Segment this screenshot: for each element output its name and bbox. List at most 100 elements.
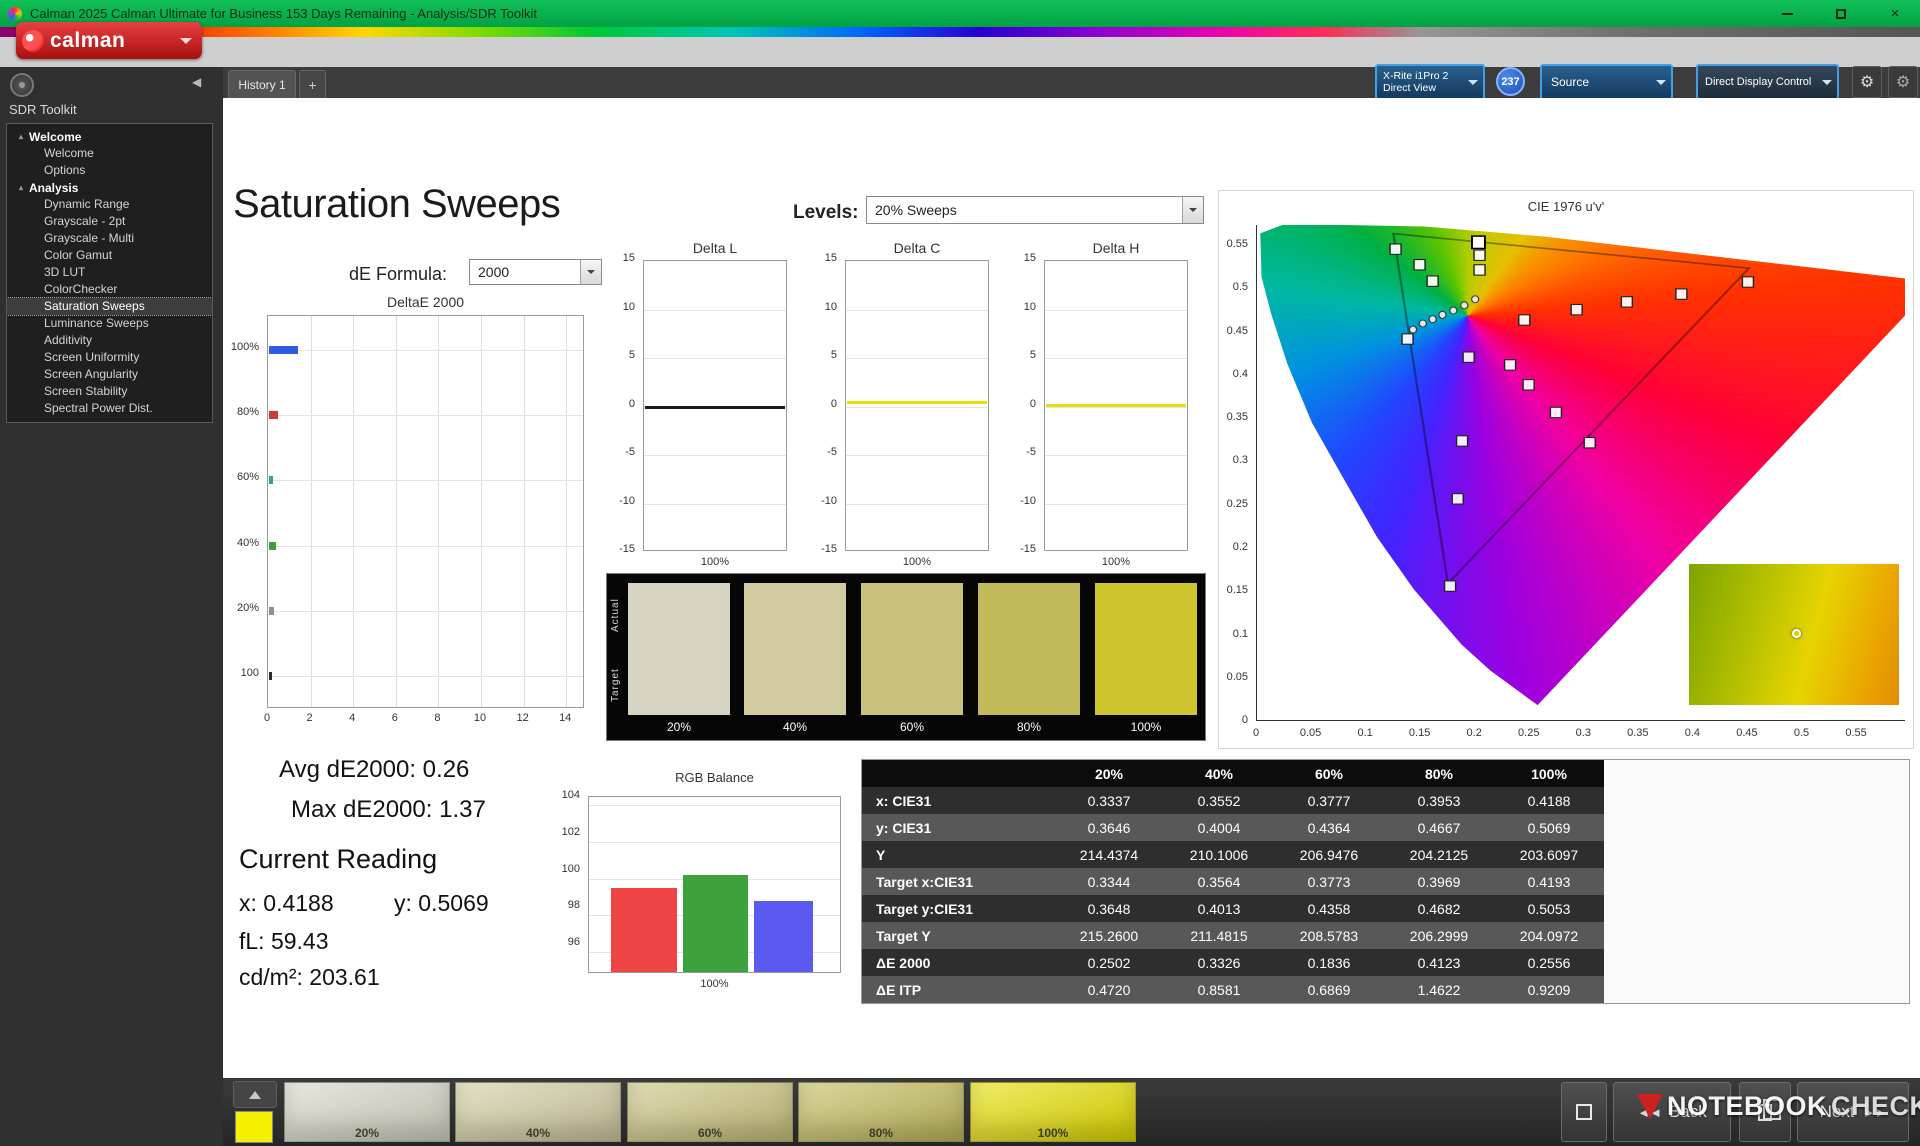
- deltae-bar: [269, 476, 273, 484]
- table-header-cell: 100%: [1494, 760, 1604, 787]
- window-title: Calman 2025 Calman Ultimate for Business…: [30, 6, 537, 21]
- sidebar-item-3d-lut[interactable]: 3D LUT: [7, 264, 212, 281]
- deltae-chart-title: DeltaE 2000: [267, 294, 584, 310]
- table-cell: 0.8581: [1164, 976, 1274, 1003]
- table-cell: 0.4364: [1274, 814, 1384, 841]
- cie-target-marker: [1505, 360, 1516, 370]
- delta-l-plot: [643, 260, 787, 551]
- cie-target-marker: [1584, 437, 1595, 447]
- table-cell: 0.3344: [1054, 868, 1164, 895]
- delta_c-line: [847, 401, 987, 404]
- sidebar-item-colorchecker[interactable]: ColorChecker: [7, 281, 212, 298]
- table-cell: 0.4193: [1494, 868, 1604, 895]
- table-cell: 0.4004: [1164, 814, 1274, 841]
- sidebar-item-screen-angularity[interactable]: Screen Angularity: [7, 366, 212, 383]
- current-patch-swatch: [235, 1111, 273, 1143]
- table-row-label: Target Y: [862, 922, 1054, 949]
- sidebar-item-options[interactable]: Options: [7, 162, 212, 179]
- table-row: ΔE 20000.25020.33260.18360.41230.2556: [862, 949, 1604, 976]
- sidebar-item-color-gamut[interactable]: Color Gamut: [7, 247, 212, 264]
- sidebar-item-grayscale-2pt[interactable]: Grayscale - 2pt: [7, 213, 212, 230]
- next-button[interactable]: Next ►►: [1797, 1082, 1909, 1142]
- cie-target-marker: [1414, 260, 1425, 270]
- source-dropdown[interactable]: Source: [1540, 64, 1673, 100]
- sidebar-item-additivity[interactable]: Additivity: [7, 332, 212, 349]
- layout-toggle-button[interactable]: [1561, 1082, 1607, 1142]
- table-cell: 0.4667: [1384, 814, 1494, 841]
- rgb-plot: [588, 796, 841, 973]
- close-button[interactable]: ×: [1880, 0, 1910, 27]
- sidebar-item-saturation-sweeps[interactable]: Saturation Sweeps: [7, 298, 212, 315]
- deltae-chart: DeltaE 2000 100%80%60%40%20%100 02468101…: [223, 294, 595, 734]
- patch-button-20%[interactable]: 20%: [284, 1082, 450, 1142]
- settings-gear-button[interactable]: ⚙: [1852, 66, 1882, 98]
- back-button[interactable]: ◄◄ Back: [1613, 1082, 1731, 1142]
- table-cell: 0.3646: [1054, 814, 1164, 841]
- delta-h-ylabels: 151050-5-10-15: [1004, 260, 1040, 551]
- sidebar-group-analysis[interactable]: ▴ Analysis: [7, 179, 212, 196]
- patch-button-40%[interactable]: 40%: [455, 1082, 621, 1142]
- table-cell: 0.1836: [1274, 949, 1384, 976]
- table-cell: 206.9476: [1274, 841, 1384, 868]
- sidebar-item-dynamic-range[interactable]: Dynamic Range: [7, 196, 212, 213]
- meter-dropdown[interactable]: X-Rite i1Pro 2 Direct View: [1375, 64, 1485, 100]
- tab-history-1[interactable]: History 1: [228, 70, 296, 98]
- cie-current-marker: [1472, 236, 1485, 248]
- sidebar-item-spectral-power-dist-[interactable]: Spectral Power Dist.: [7, 400, 212, 417]
- deltae-bar: [269, 607, 274, 615]
- display-control-dropdown[interactable]: Direct Display Control: [1696, 64, 1839, 100]
- pages-button[interactable]: [1739, 1082, 1791, 1142]
- current-fl: fL: 59.43: [239, 928, 329, 955]
- cie-measured-marker: [1472, 296, 1479, 303]
- cie-target-marker: [1676, 289, 1687, 299]
- table-cell: 0.2556: [1494, 949, 1604, 976]
- sidebar-item-screen-uniformity[interactable]: Screen Uniformity: [7, 349, 212, 366]
- patch-button-80%[interactable]: 80%: [798, 1082, 964, 1142]
- sidebar-group-label: Analysis: [29, 181, 78, 195]
- table-cell: 0.3326: [1164, 949, 1274, 976]
- rgb-bar-red: [611, 888, 677, 972]
- target-row-label: Target: [610, 652, 621, 718]
- formula-dropdown[interactable]: 2000: [469, 259, 602, 285]
- calman-menu-button[interactable]: calman: [16, 22, 202, 59]
- maximize-button[interactable]: [1826, 0, 1856, 27]
- patch-button-60%[interactable]: 60%: [627, 1082, 793, 1142]
- deltae-xlabels: 02468101214: [267, 712, 584, 726]
- cie-measured-marker: [1429, 316, 1436, 323]
- add-tab-button[interactable]: +: [299, 70, 326, 98]
- preferences-gear-button[interactable]: ⚙: [1888, 66, 1918, 98]
- cie-target-marker: [1742, 277, 1753, 287]
- sidebar-item-grayscale-multi[interactable]: Grayscale - Multi: [7, 230, 212, 247]
- patch-button-label: 60%: [628, 1126, 792, 1140]
- cie-measured-marker: [1439, 311, 1446, 318]
- meter-count-badge[interactable]: 237: [1496, 67, 1525, 96]
- table-cell: 1.4622: [1384, 976, 1494, 1003]
- expander-icon[interactable]: ▴: [19, 132, 23, 141]
- patch-button-100%[interactable]: 100%: [970, 1082, 1136, 1142]
- table-row: Target y:CIE310.36480.40130.43580.46820.…: [862, 895, 1604, 922]
- back-label: Back: [1669, 1102, 1707, 1122]
- cie-target-marker: [1571, 304, 1582, 314]
- sidebar-item-luminance-sweeps[interactable]: Luminance Sweeps: [7, 315, 212, 332]
- table-cell: 0.4682: [1384, 895, 1494, 922]
- table-header-cell: 40%: [1164, 760, 1274, 787]
- expander-icon[interactable]: ▴: [19, 183, 23, 192]
- swatch-20%: [628, 583, 730, 715]
- collapse-sidebar-button[interactable]: ◀: [192, 75, 201, 89]
- table-cell: 0.3648: [1054, 895, 1164, 922]
- current-x: x: 0.4188: [239, 890, 334, 916]
- rgb-bar-green: [683, 875, 748, 972]
- sidebar-item-welcome[interactable]: Welcome: [7, 145, 212, 162]
- table-row-label: Y: [862, 841, 1054, 868]
- minimize-button[interactable]: [1772, 0, 1802, 27]
- sidebar-group-welcome[interactable]: ▴Welcome: [7, 128, 212, 145]
- table-cell: 0.3953: [1384, 787, 1494, 814]
- table-cell: 0.3773: [1274, 868, 1384, 895]
- workflow-icon[interactable]: [10, 73, 34, 97]
- cie-chart: CIE 1976 u'v' 0.550.50.450.40.350.30.250…: [1218, 190, 1914, 749]
- current-reading-heading: Current Reading: [239, 844, 437, 875]
- swatch-80%: [978, 583, 1080, 715]
- levels-dropdown[interactable]: 20% Sweeps: [866, 196, 1204, 224]
- patch-up-button[interactable]: [233, 1081, 277, 1108]
- sidebar-item-screen-stability[interactable]: Screen Stability: [7, 383, 212, 400]
